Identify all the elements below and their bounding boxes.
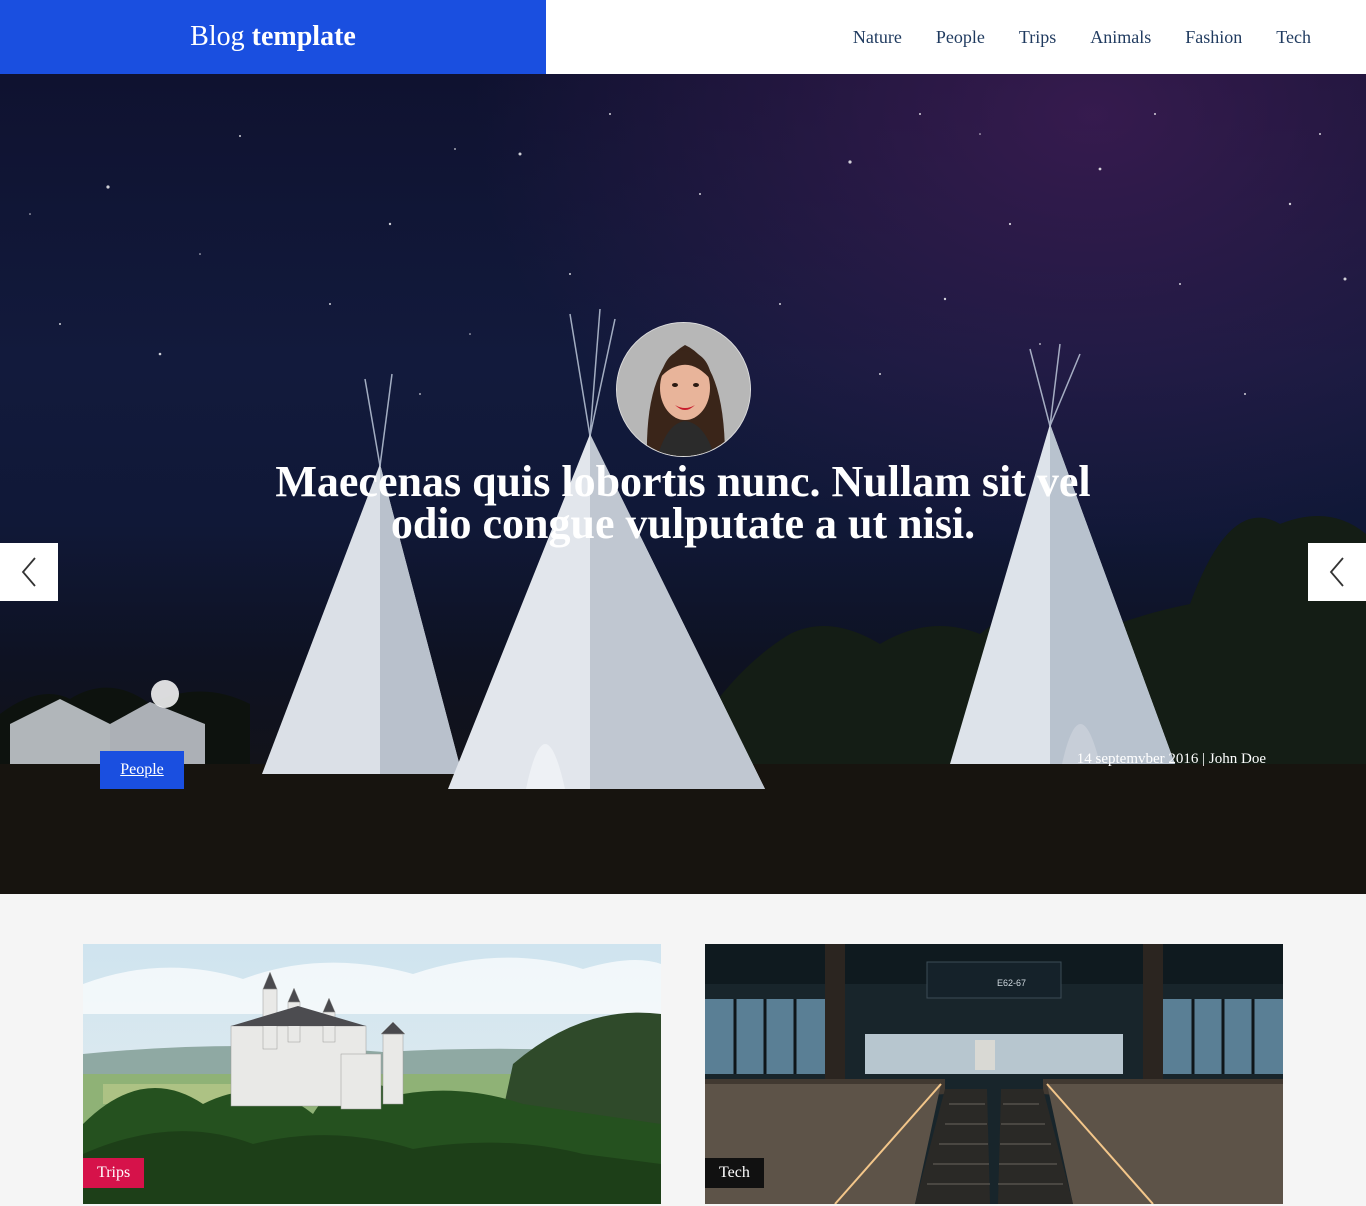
slider-prev-button[interactable] [0,543,58,601]
site-header: Blog template Nature People Trips Animal… [0,0,1366,74]
nav-item-fashion[interactable]: Fashion [1168,27,1259,48]
nav-item-trips[interactable]: Trips [1002,27,1073,48]
station-escalators-image: E62-67 [705,944,1283,1204]
hero-title[interactable]: Maecenas quis lobortis nunc. Nullam sit … [233,460,1133,546]
chevron-left-icon [21,557,36,587]
svg-text:E62-67: E62-67 [997,978,1026,988]
post-grid: Trips E62-67 Tech [0,894,1366,1206]
post-card-trips[interactable]: Trips [83,944,661,1204]
brand-logo[interactable]: Blog template [0,0,546,74]
nav-item-animals[interactable]: Animals [1073,27,1168,48]
card-category-tag[interactable]: Tech [705,1158,764,1188]
hero-category-tag[interactable]: People [100,751,184,789]
author-avatar [616,322,751,457]
post-card-tech[interactable]: E62-67 Tech [705,944,1283,1204]
hero-slider: Maecenas quis lobortis nunc. Nullam sit … [0,74,1366,894]
nav-item-nature[interactable]: Nature [836,27,919,48]
castle-landscape-image [83,944,661,1204]
brand-regular: Blog [190,21,245,52]
card-category-tag[interactable]: Trips [83,1158,145,1188]
hero-post-meta: 14 septemvber 2016 | John Doe [1076,751,1266,767]
nav-item-tech[interactable]: Tech [1259,27,1328,48]
chevron-left-icon [1329,557,1344,587]
main-nav: Nature People Trips Animals Fashion Tech [836,0,1328,74]
brand-bold: template [251,21,356,52]
nav-item-people[interactable]: People [919,27,1002,48]
slider-next-button[interactable] [1308,543,1366,601]
